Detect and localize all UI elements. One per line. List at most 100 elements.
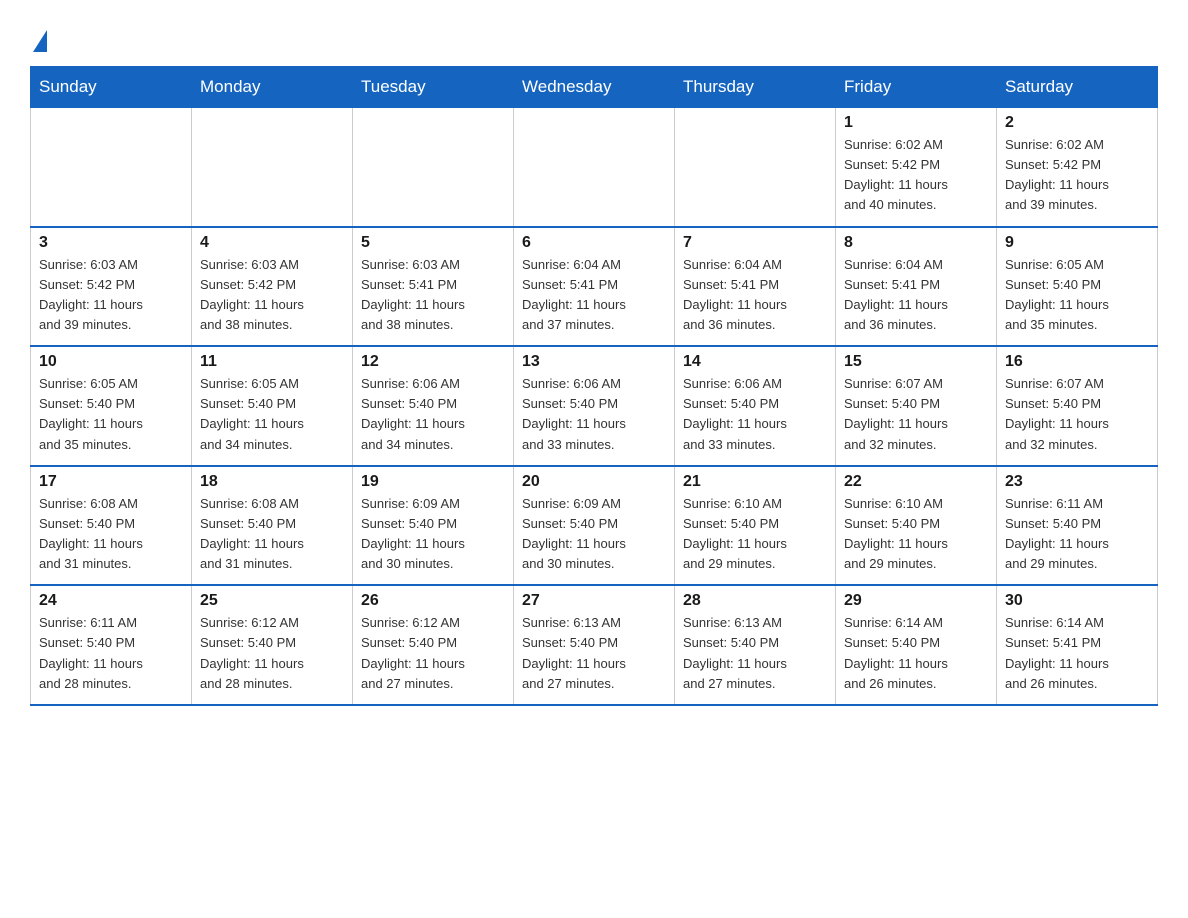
calendar-cell	[514, 108, 675, 227]
calendar-cell: 18 Sunrise: 6:08 AMSunset: 5:40 PMDayligh…	[192, 466, 353, 586]
calendar-cell	[675, 108, 836, 227]
calendar-cell: 23 Sunrise: 6:11 AMSunset: 5:40 PMDayligh…	[997, 466, 1158, 586]
day-number: 23	[1005, 473, 1149, 491]
day-number: 10	[39, 353, 183, 371]
day-number: 2	[1005, 114, 1149, 132]
calendar-cell: 24 Sunrise: 6:11 AMSunset: 5:40 PMDayligh…	[31, 585, 192, 705]
day-number: 17	[39, 473, 183, 491]
day-number: 28	[683, 592, 827, 610]
calendar-cell: 29Sunrise: 6:14 AMSunset: 5:40 PMDayligh…	[836, 585, 997, 705]
day-info: Sunrise: 6:10 AMSunset: 5:40 PMDaylight:…	[683, 494, 827, 575]
day-number: 7	[683, 234, 827, 252]
day-number: 1	[844, 114, 988, 132]
weekday-header-wednesday: Wednesday	[514, 67, 675, 108]
calendar-cell: 6 Sunrise: 6:04 AMSunset: 5:41 PMDaylight…	[514, 227, 675, 347]
calendar-cell: 25Sunrise: 6:12 AMSunset: 5:40 PMDayligh…	[192, 585, 353, 705]
calendar-cell: 26 Sunrise: 6:12 AMSunset: 5:40 PMDayligh…	[353, 585, 514, 705]
calendar-cell: 7 Sunrise: 6:04 AMSunset: 5:41 PMDaylight…	[675, 227, 836, 347]
calendar-cell	[31, 108, 192, 227]
weekday-header-thursday: Thursday	[675, 67, 836, 108]
day-number: 27	[522, 592, 666, 610]
calendar-cell: 11 Sunrise: 6:05 AMSunset: 5:40 PMDayligh…	[192, 346, 353, 466]
calendar-cell: 2Sunrise: 6:02 AMSunset: 5:42 PMDaylight…	[997, 108, 1158, 227]
day-info: Sunrise: 6:11 AMSunset: 5:40 PMDaylight:…	[39, 613, 183, 694]
day-number: 14	[683, 353, 827, 371]
day-number: 3	[39, 234, 183, 252]
day-number: 19	[361, 473, 505, 491]
weekday-header-tuesday: Tuesday	[353, 67, 514, 108]
calendar-cell: 21 Sunrise: 6:10 AMSunset: 5:40 PMDayligh…	[675, 466, 836, 586]
day-number: 5	[361, 234, 505, 252]
calendar-cell: 9 Sunrise: 6:05 AMSunset: 5:40 PMDaylight…	[997, 227, 1158, 347]
calendar-cell	[353, 108, 514, 227]
day-info: Sunrise: 6:07 AMSunset: 5:40 PMDaylight:…	[1005, 374, 1149, 455]
day-info: Sunrise: 6:11 AMSunset: 5:40 PMDaylight:…	[1005, 494, 1149, 575]
calendar-cell: 4Sunrise: 6:03 AMSunset: 5:42 PMDaylight…	[192, 227, 353, 347]
calendar-cell: 30Sunrise: 6:14 AMSunset: 5:41 PMDayligh…	[997, 585, 1158, 705]
calendar-cell: 14 Sunrise: 6:06 AMSunset: 5:40 PMDayligh…	[675, 346, 836, 466]
weekday-header-monday: Monday	[192, 67, 353, 108]
day-number: 22	[844, 473, 988, 491]
calendar-cell: 16 Sunrise: 6:07 AMSunset: 5:40 PMDayligh…	[997, 346, 1158, 466]
page-header	[30, 20, 1158, 56]
calendar-cell: 5 Sunrise: 6:03 AMSunset: 5:41 PMDaylight…	[353, 227, 514, 347]
day-info: Sunrise: 6:07 AMSunset: 5:40 PMDaylight:…	[844, 374, 988, 455]
calendar-week-2: 3 Sunrise: 6:03 AMSunset: 5:42 PMDaylight…	[31, 227, 1158, 347]
day-number: 20	[522, 473, 666, 491]
day-number: 13	[522, 353, 666, 371]
calendar-cell: 3 Sunrise: 6:03 AMSunset: 5:42 PMDaylight…	[31, 227, 192, 347]
day-info: Sunrise: 6:05 AMSunset: 5:40 PMDaylight:…	[1005, 255, 1149, 336]
calendar-cell: 27 Sunrise: 6:13 AMSunset: 5:40 PMDayligh…	[514, 585, 675, 705]
day-number: 26	[361, 592, 505, 610]
day-info: Sunrise: 6:06 AMSunset: 5:40 PMDaylight:…	[522, 374, 666, 455]
day-info: Sunrise: 6:04 AMSunset: 5:41 PMDaylight:…	[844, 255, 988, 336]
day-info: Sunrise: 6:08 AMSunset: 5:40 PMDaylight:…	[39, 494, 183, 575]
logo	[30, 30, 47, 56]
day-number: 18	[200, 473, 344, 491]
day-number: 11	[200, 353, 344, 371]
day-number: 15	[844, 353, 988, 371]
day-number: 9	[1005, 234, 1149, 252]
calendar-cell: 19 Sunrise: 6:09 AMSunset: 5:40 PMDayligh…	[353, 466, 514, 586]
calendar-cell	[192, 108, 353, 227]
calendar-week-3: 10 Sunrise: 6:05 AMSunset: 5:40 PMDayligh…	[31, 346, 1158, 466]
day-number: 8	[844, 234, 988, 252]
day-info: Sunrise: 6:02 AMSunset: 5:42 PMDaylight:…	[844, 135, 988, 216]
day-info: Sunrise: 6:09 AMSunset: 5:40 PMDaylight:…	[361, 494, 505, 575]
calendar-week-1: 1 Sunrise: 6:02 AMSunset: 5:42 PMDaylight…	[31, 108, 1158, 227]
weekday-header-saturday: Saturday	[997, 67, 1158, 108]
calendar-cell: 28Sunrise: 6:13 AMSunset: 5:40 PMDayligh…	[675, 585, 836, 705]
day-info: Sunrise: 6:04 AMSunset: 5:41 PMDaylight:…	[683, 255, 827, 336]
day-number: 24	[39, 592, 183, 610]
day-number: 21	[683, 473, 827, 491]
day-info: Sunrise: 6:06 AMSunset: 5:40 PMDaylight:…	[683, 374, 827, 455]
day-number: 16	[1005, 353, 1149, 371]
calendar-cell: 1 Sunrise: 6:02 AMSunset: 5:42 PMDaylight…	[836, 108, 997, 227]
day-number: 25	[200, 592, 344, 610]
day-info: Sunrise: 6:03 AMSunset: 5:42 PMDaylight:…	[200, 255, 344, 336]
day-info: Sunrise: 6:14 AMSunset: 5:41 PMDaylight:…	[1005, 613, 1149, 694]
day-info: Sunrise: 6:13 AMSunset: 5:40 PMDaylight:…	[522, 613, 666, 694]
day-info: Sunrise: 6:09 AMSunset: 5:40 PMDaylight:…	[522, 494, 666, 575]
day-info: Sunrise: 6:03 AMSunset: 5:41 PMDaylight:…	[361, 255, 505, 336]
day-info: Sunrise: 6:05 AMSunset: 5:40 PMDaylight:…	[39, 374, 183, 455]
day-number: 12	[361, 353, 505, 371]
day-info: Sunrise: 6:12 AMSunset: 5:40 PMDaylight:…	[361, 613, 505, 694]
day-number: 29	[844, 592, 988, 610]
calendar-week-4: 17 Sunrise: 6:08 AMSunset: 5:40 PMDayligh…	[31, 466, 1158, 586]
day-number: 6	[522, 234, 666, 252]
weekday-header-friday: Friday	[836, 67, 997, 108]
calendar-week-5: 24 Sunrise: 6:11 AMSunset: 5:40 PMDayligh…	[31, 585, 1158, 705]
calendar-cell: 13 Sunrise: 6:06 AMSunset: 5:40 PMDayligh…	[514, 346, 675, 466]
day-info: Sunrise: 6:06 AMSunset: 5:40 PMDaylight:…	[361, 374, 505, 455]
day-info: Sunrise: 6:03 AMSunset: 5:42 PMDaylight:…	[39, 255, 183, 336]
calendar-cell: 10 Sunrise: 6:05 AMSunset: 5:40 PMDayligh…	[31, 346, 192, 466]
calendar-cell: 12 Sunrise: 6:06 AMSunset: 5:40 PMDayligh…	[353, 346, 514, 466]
calendar-cell: 8 Sunrise: 6:04 AMSunset: 5:41 PMDaylight…	[836, 227, 997, 347]
day-info: Sunrise: 6:04 AMSunset: 5:41 PMDaylight:…	[522, 255, 666, 336]
calendar-cell: 15 Sunrise: 6:07 AMSunset: 5:40 PMDayligh…	[836, 346, 997, 466]
day-info: Sunrise: 6:08 AMSunset: 5:40 PMDaylight:…	[200, 494, 344, 575]
calendar-cell: 17 Sunrise: 6:08 AMSunset: 5:40 PMDayligh…	[31, 466, 192, 586]
day-info: Sunrise: 6:05 AMSunset: 5:40 PMDaylight:…	[200, 374, 344, 455]
calendar-cell: 20 Sunrise: 6:09 AMSunset: 5:40 PMDayligh…	[514, 466, 675, 586]
